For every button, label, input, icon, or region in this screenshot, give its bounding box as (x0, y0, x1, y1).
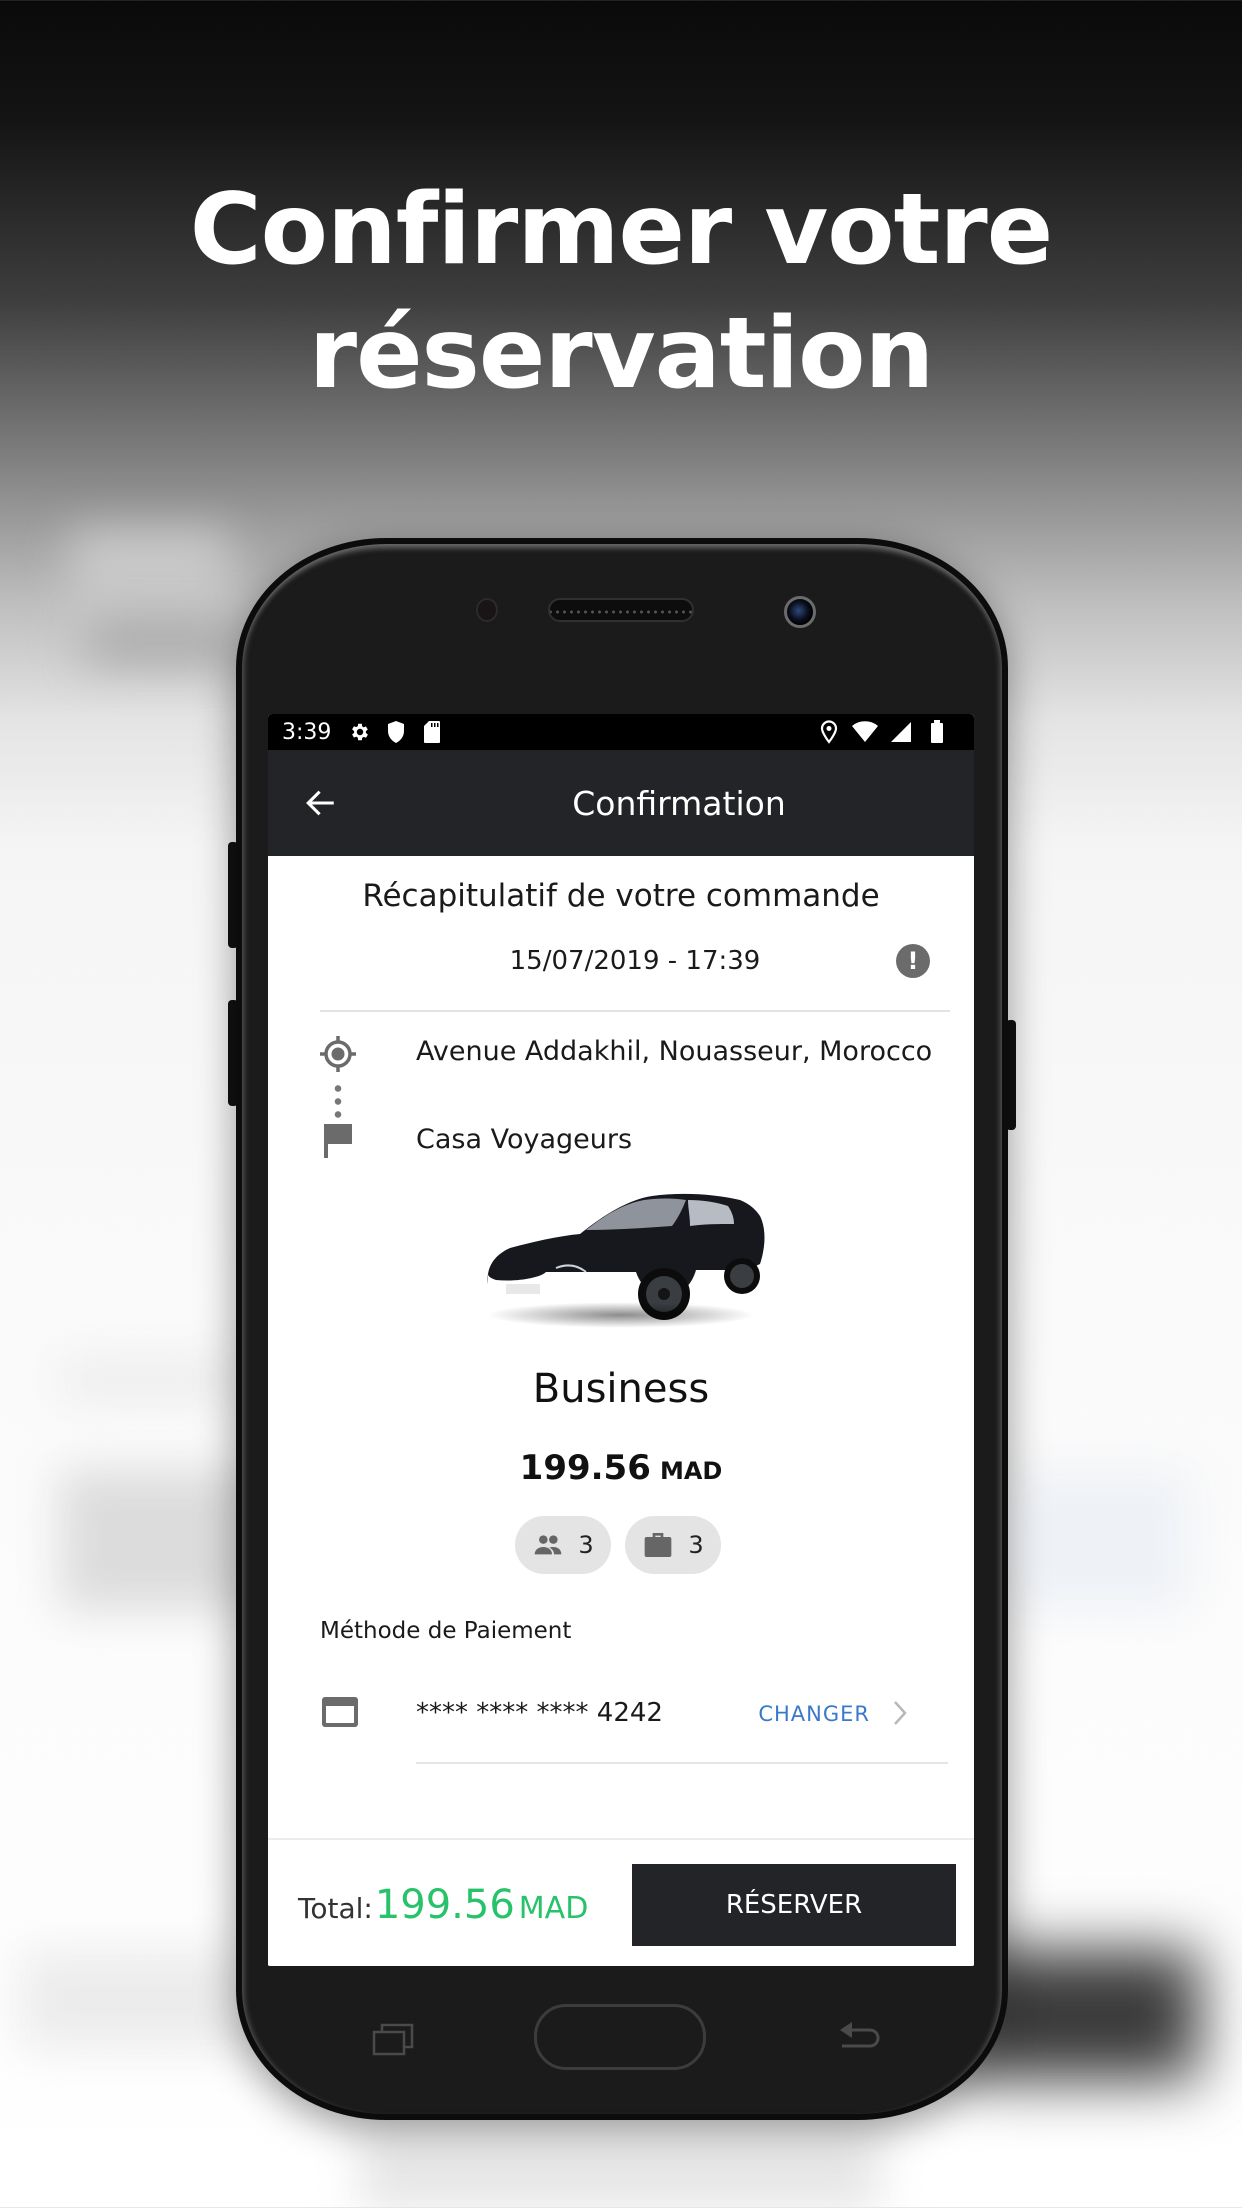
dropoff-address: Casa Voyageurs (416, 1124, 633, 1155)
divider (416, 1762, 948, 1764)
vehicle-image (476, 1172, 766, 1332)
price-currency: MAD (659, 1457, 723, 1485)
arrow-left-icon (306, 790, 334, 816)
background-blur (60, 1360, 240, 1400)
vehicle-price: 199.56 MAD (268, 1448, 974, 1488)
total-currency: MAD (518, 1891, 589, 1926)
payment-method-row[interactable]: **** **** **** 4242 CHANGER (268, 1672, 974, 1764)
gear-icon (347, 719, 373, 745)
page-title: Confirmation (572, 783, 786, 823)
change-payment-button[interactable]: CHANGER (758, 1702, 870, 1726)
route-dots (334, 1082, 342, 1122)
location-icon (816, 719, 842, 745)
info-icon[interactable]: ! (896, 944, 930, 978)
background-blur (90, 620, 240, 660)
shield-icon (383, 719, 409, 745)
battery-icon (924, 719, 950, 745)
booking-datetime: 15/07/2019 - 17:39 (509, 946, 761, 976)
passengers-count: 3 (578, 1531, 594, 1559)
sd-card-icon (419, 719, 445, 745)
capacity-chips: 3 3 (268, 1516, 974, 1574)
reserve-button[interactable]: RÉSERVER (632, 1864, 956, 1946)
route-section: Avenue Addakhil, Nouasseur, Morocco Casa… (268, 1012, 974, 1162)
chevron-right-icon[interactable] (888, 1698, 912, 1728)
total-price: Total: 199.56 MAD (298, 1882, 588, 1928)
price-amount: 199.56 (519, 1448, 651, 1488)
home-button[interactable] (534, 2004, 706, 2070)
headline-line-1: Confirmer votre (189, 173, 1053, 287)
checkout-bar: Total: 199.56 MAD RÉSERVER (268, 1838, 974, 1966)
phone-screen: 3:39 Confirmation Récapitulatif de votre… (268, 714, 974, 1966)
promo-headline: Confirmer votre réservation (0, 168, 1242, 416)
flag-icon (322, 1122, 354, 1158)
background-blur (360, 2130, 880, 2208)
luggage-count: 3 (688, 1531, 704, 1559)
people-icon (535, 1535, 562, 1555)
recent-apps-icon[interactable] (372, 2022, 416, 2056)
total-label: Total: (298, 1892, 373, 1925)
gps-target-icon (318, 1034, 358, 1074)
headline-line-2: réservation (308, 297, 934, 411)
credit-card-icon (320, 1694, 360, 1730)
card-number: **** **** **** 4242 (416, 1698, 663, 1728)
app-bar: Confirmation (268, 750, 974, 856)
passengers-chip: 3 (515, 1516, 611, 1574)
summary-title: Récapitulatif de votre commande (362, 878, 880, 914)
date-row: 15/07/2019 - 17:39 ! (320, 932, 950, 1012)
briefcase-icon (645, 1533, 672, 1557)
signal-icon (888, 719, 914, 745)
background-blur (60, 1470, 260, 1610)
back-hardware-icon[interactable] (836, 2020, 884, 2056)
status-time: 3:39 (282, 719, 332, 745)
vehicle-category: Business (532, 1366, 710, 1412)
status-bar: 3:39 (268, 714, 974, 750)
payment-method-label: Méthode de Paiement (320, 1618, 572, 1644)
luggage-chip: 3 (625, 1516, 721, 1574)
earpiece-speaker (548, 598, 694, 622)
proximity-sensor (476, 598, 498, 622)
front-camera (784, 596, 816, 628)
back-button[interactable] (304, 786, 338, 820)
background-blur (1010, 1470, 1190, 1610)
total-value: 199.56 (374, 1882, 515, 1928)
pickup-address: Avenue Addakhil, Nouasseur, Morocco (416, 1036, 933, 1067)
wifi-icon (852, 719, 878, 745)
